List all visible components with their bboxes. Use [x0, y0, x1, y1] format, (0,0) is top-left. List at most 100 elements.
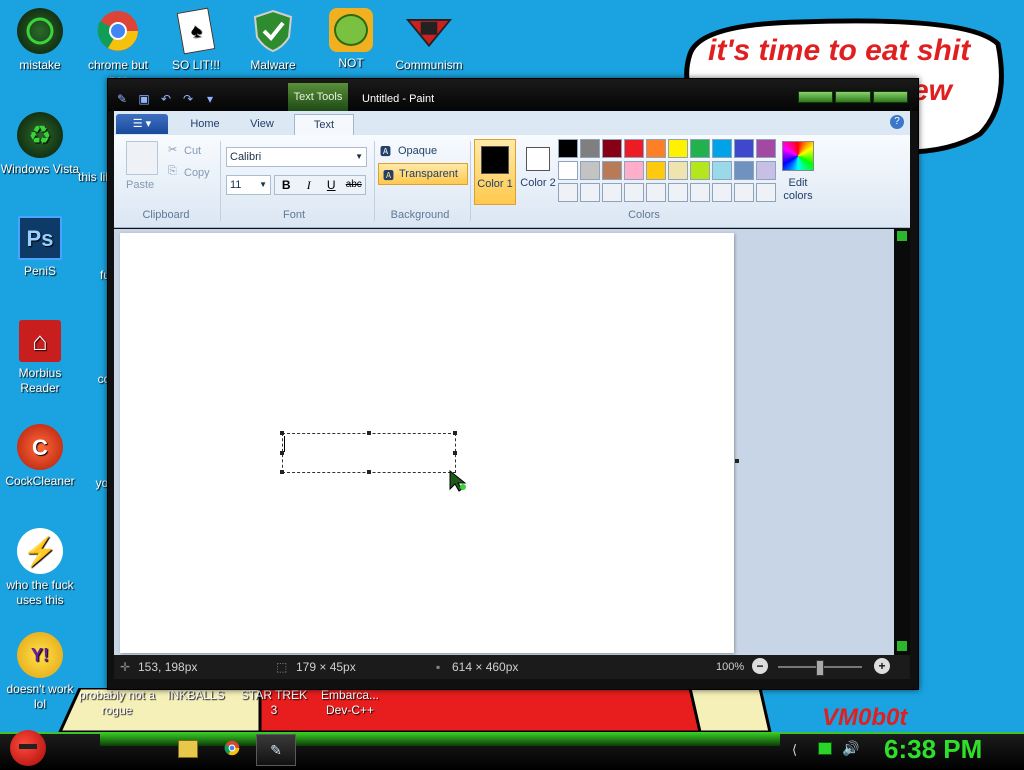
color1-button[interactable]: Color 1	[474, 139, 516, 205]
tray-chevron-icon[interactable]: ⟨	[792, 742, 797, 758]
color-swatch[interactable]	[734, 139, 754, 158]
desktop-icon-so-lit[interactable]: ♠ SO LIT!!!	[156, 7, 236, 73]
drawing-canvas[interactable]	[120, 233, 734, 653]
chrome-taskbar-icon[interactable]	[224, 740, 240, 756]
scroll-up-button[interactable]	[897, 231, 907, 241]
canvas-resize-handle[interactable]	[735, 459, 739, 463]
paint-app-icon[interactable]: ✎	[114, 92, 130, 106]
resize-handle[interactable]	[453, 431, 457, 435]
volume-icon[interactable]: 🔊	[842, 740, 859, 757]
italic-button[interactable]: I	[298, 176, 321, 194]
color-swatch[interactable]	[690, 161, 710, 180]
paste-button[interactable]: Paste	[126, 179, 154, 191]
font-family-select[interactable]: Calibri ▼	[226, 147, 367, 167]
desktop-icon-partial[interactable]: STAR TREK 3	[236, 688, 312, 718]
color-swatch[interactable]	[558, 161, 578, 180]
save-icon[interactable]: ▣	[136, 92, 152, 106]
desktop-icon-who-uses-this[interactable]: ⚡ who the fuck uses this	[0, 528, 80, 608]
vertical-scrollbar[interactable]	[894, 229, 910, 655]
color-swatch[interactable]	[624, 183, 644, 202]
color-swatch[interactable]	[602, 183, 622, 202]
color-swatch[interactable]	[646, 183, 666, 202]
color-swatch[interactable]	[668, 139, 688, 158]
text-box[interactable]	[280, 431, 457, 474]
color-swatch[interactable]	[734, 183, 754, 202]
color-swatch[interactable]	[558, 139, 578, 158]
color-swatch[interactable]	[668, 183, 688, 202]
zoom-slider[interactable]	[778, 660, 862, 676]
color-swatch[interactable]	[756, 183, 776, 202]
color-swatch[interactable]	[734, 161, 754, 180]
explorer-taskbar-icon[interactable]	[178, 740, 198, 758]
desktop-icon-cockcleaner[interactable]: C CockCleaner	[0, 424, 80, 489]
minimize-button[interactable]	[798, 91, 834, 103]
color-swatch[interactable]	[712, 139, 732, 158]
resize-handle[interactable]	[280, 470, 284, 474]
desktop-icon-morbius-reader[interactable]: ⌂ Morbius Reader	[0, 320, 80, 396]
color-swatch[interactable]	[756, 139, 776, 158]
color-swatch[interactable]	[580, 139, 600, 158]
zoom-in-button[interactable]: +	[874, 658, 890, 674]
desktop-icon-chrome[interactable]: chrome but nor	[78, 8, 158, 88]
desktop-icon-partial[interactable]: Embarca... Dev-C++	[310, 688, 390, 718]
transparent-button[interactable]: 🅰 Transparent	[378, 163, 468, 185]
zoom-out-button[interactable]: −	[752, 658, 768, 674]
color2-button[interactable]: Color 2	[518, 139, 558, 203]
customize-icon[interactable]: ▾	[202, 92, 218, 106]
desktop-icon-malware[interactable]: Malware	[233, 8, 313, 73]
close-button[interactable]	[872, 91, 908, 103]
zoom-slider-thumb[interactable]	[816, 660, 824, 676]
tab-home[interactable]: Home	[176, 114, 234, 135]
title-bar[interactable]: ✎ ▣ ↶ ↷ ▾ Text Tools Untitled - Paint	[108, 79, 918, 111]
scroll-down-button[interactable]	[897, 641, 907, 651]
tab-text[interactable]: Text	[294, 114, 354, 136]
underline-button[interactable]: U	[320, 176, 343, 194]
font-size-select[interactable]: 11 ▼	[226, 175, 271, 195]
tab-view[interactable]: View	[234, 114, 290, 135]
edit-colors-button[interactable]: Edit colors	[776, 177, 820, 203]
canvas-area[interactable]	[114, 229, 894, 655]
resize-handle[interactable]	[367, 431, 371, 435]
help-icon[interactable]: ?	[890, 115, 904, 129]
resize-handle[interactable]	[367, 470, 371, 474]
desktop-icon-partial[interactable]: INKBALLS	[158, 688, 234, 703]
redo-icon[interactable]: ↷	[180, 92, 196, 106]
bold-button[interactable]: B	[275, 176, 298, 194]
opaque-button[interactable]: Opaque	[398, 145, 437, 157]
color-swatch[interactable]	[602, 139, 622, 158]
color-swatch[interactable]	[646, 139, 666, 158]
color-swatch[interactable]	[668, 161, 688, 180]
color-swatch[interactable]	[712, 161, 732, 180]
color-swatch[interactable]	[624, 139, 644, 158]
color-swatch[interactable]	[580, 183, 600, 202]
copy-button[interactable]: Copy	[184, 167, 210, 179]
strikethrough-button[interactable]: abc	[343, 176, 366, 194]
start-button[interactable]	[10, 730, 46, 766]
paint-menu-button[interactable]: ☰ ▾	[116, 114, 168, 134]
clock[interactable]: 6:38 PM	[884, 734, 982, 765]
cut-button[interactable]: Cut	[184, 145, 201, 157]
desktop-icon-doesnt-work[interactable]: Y! doesn't work lol	[0, 632, 80, 712]
color-swatch[interactable]	[712, 183, 732, 202]
color-swatch[interactable]	[558, 183, 578, 202]
network-icon[interactable]	[818, 742, 832, 755]
color-swatch[interactable]	[580, 161, 600, 180]
desktop-icon-not[interactable]: NOT	[311, 8, 391, 71]
resize-handle[interactable]	[453, 451, 457, 455]
desktop-icon-partial[interactable]: probably not a rogue	[78, 688, 156, 718]
color-swatch[interactable]	[624, 161, 644, 180]
desktop-icon-windows-vista[interactable]: ♻ Windows Vista	[0, 112, 80, 177]
color-swatch[interactable]	[690, 183, 710, 202]
color-swatch[interactable]	[646, 161, 666, 180]
color-swatch[interactable]	[690, 139, 710, 158]
desktop-icon-mistake[interactable]: mistake	[0, 8, 80, 73]
desktop-icon-communism[interactable]: Communism	[389, 8, 469, 73]
paint-window[interactable]: ✎ ▣ ↶ ↷ ▾ Text Tools Untitled - Paint ☰ …	[107, 78, 919, 690]
resize-handle[interactable]	[280, 431, 284, 435]
color-swatch[interactable]	[756, 161, 776, 180]
undo-icon[interactable]: ↶	[158, 92, 174, 106]
color-swatch[interactable]	[602, 161, 622, 180]
maximize-button[interactable]	[835, 91, 871, 103]
desktop-icon-penis[interactable]: Ps PeniS	[0, 216, 80, 279]
paint-taskbar-button[interactable]: ✎	[256, 734, 296, 766]
